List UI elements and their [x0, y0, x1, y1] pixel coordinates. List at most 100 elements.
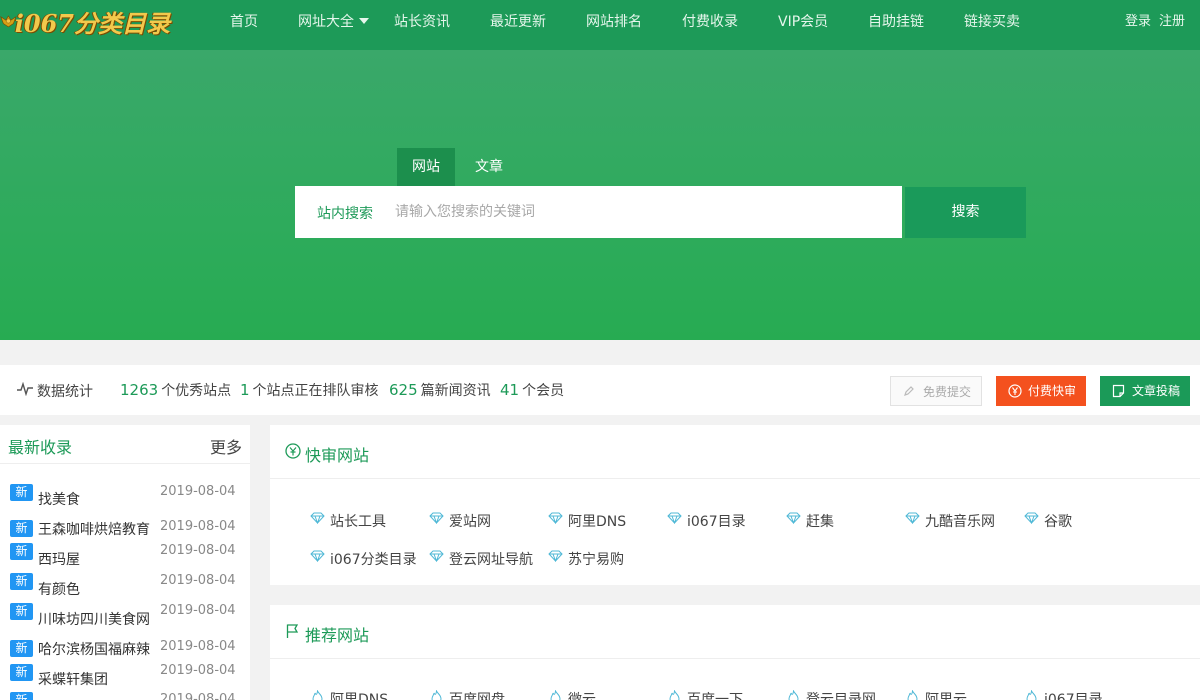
- site-link[interactable]: 谷歌: [1024, 511, 1072, 531]
- flag-icon: [286, 624, 299, 638]
- list-item: 新 有颜色 2019-08-04: [0, 571, 250, 601]
- nav-self-link[interactable]: 自助挂链: [868, 11, 924, 31]
- site-logo[interactable]: i067分类目录: [0, 0, 170, 42]
- list-item: 新 西玛屋 2019-08-04: [0, 541, 250, 571]
- site-name: 阿里云: [925, 692, 967, 700]
- register-link[interactable]: 注册: [1159, 10, 1185, 29]
- nav-link-trade[interactable]: 链接买卖: [964, 11, 1020, 31]
- diamond-icon: [786, 512, 801, 524]
- list-item-date: 2019-08-04: [160, 692, 236, 700]
- search-input[interactable]: [395, 198, 885, 226]
- nav-recent-updates[interactable]: 最近更新: [490, 11, 546, 31]
- new-badge: 新: [10, 692, 33, 700]
- flame-icon: [907, 690, 918, 700]
- paid-review-button[interactable]: 付费快审: [996, 376, 1086, 406]
- tab-article[interactable]: 文章: [461, 148, 517, 186]
- list-item-name[interactable]: 找美食: [38, 489, 154, 509]
- site-name: 站长工具: [330, 514, 386, 530]
- nav-vip[interactable]: VIP会员: [778, 11, 828, 31]
- list-item-name[interactable]: 王森咖啡烘焙教育: [38, 519, 154, 539]
- flame-icon: [550, 690, 561, 700]
- site-link[interactable]: 微云: [550, 689, 596, 700]
- diamond-icon: [1024, 512, 1039, 524]
- diamond-icon: [310, 512, 325, 524]
- site-link[interactable]: 登云目录网: [788, 689, 876, 700]
- list-item-name[interactable]: 采蝶轩集团: [38, 669, 154, 689]
- diamond-icon: [429, 512, 444, 524]
- latest-title: 最新收录: [8, 438, 73, 457]
- logo-text: i067分类目录: [14, 8, 170, 38]
- search-button[interactable]: 搜索: [905, 187, 1026, 238]
- list-item-date: 2019-08-04: [160, 484, 236, 499]
- stat-members-label: 个会员: [522, 383, 565, 399]
- note-icon: [1112, 384, 1125, 398]
- stat-members-count: 41: [500, 381, 520, 399]
- nav-webmaster-news[interactable]: 站长资讯: [394, 11, 450, 31]
- nav-home[interactable]: 首页: [230, 11, 258, 31]
- login-link[interactable]: 登录: [1125, 10, 1151, 29]
- list-item-name[interactable]: 有颜色: [38, 579, 154, 599]
- new-badge: 新: [10, 603, 33, 620]
- fast-review-title: 快审网站: [305, 446, 370, 465]
- site-link[interactable]: 百度一下: [669, 689, 743, 700]
- site-name: 九酷音乐网: [925, 514, 995, 530]
- site-name: 百度一下: [687, 692, 743, 700]
- site-link[interactable]: 九酷音乐网: [905, 511, 995, 531]
- free-submit-label: 免费提交: [923, 385, 972, 399]
- list-item: 新 2019-08-04: [0, 690, 250, 700]
- new-badge: 新: [10, 573, 33, 590]
- diamond-icon: [429, 550, 444, 562]
- chevron-down-icon: [359, 18, 369, 24]
- flame-icon: [312, 690, 323, 700]
- tab-website[interactable]: 网站: [397, 148, 455, 186]
- nav-site-ranking[interactable]: 网站排名: [586, 11, 642, 31]
- stats-title: 数据统计: [37, 384, 93, 400]
- post-article-button[interactable]: 文章投稿: [1100, 376, 1190, 406]
- free-submit-button[interactable]: 免费提交: [890, 376, 982, 406]
- list-item-name[interactable]: 哈尔滨杨国福麻辣: [38, 639, 154, 659]
- stat-news-label: 篇新闻资讯: [420, 383, 491, 399]
- list-item-name[interactable]: 西玛屋: [38, 549, 154, 569]
- site-link[interactable]: i067目录: [1026, 689, 1103, 700]
- site-link[interactable]: 苏宁易购: [548, 549, 624, 569]
- site-link[interactable]: 爱站网: [429, 511, 491, 531]
- list-item-date: 2019-08-04: [160, 573, 236, 588]
- recommended-title: 推荐网站: [305, 626, 370, 645]
- site-link[interactable]: i067目录: [667, 511, 746, 531]
- new-badge: 新: [10, 543, 33, 560]
- list-item-name[interactable]: 川味坊四川美食网: [38, 609, 154, 629]
- site-name: 阿里DNS: [330, 692, 389, 700]
- latest-more-link[interactable]: 更多: [210, 434, 242, 458]
- list-item: 新 采蝶轩集团 2019-08-04: [0, 661, 250, 691]
- post-article-label: 文章投稿: [1132, 384, 1181, 398]
- search-scope-label: 站内搜索: [317, 206, 373, 222]
- site-link[interactable]: 阿里DNS: [548, 511, 626, 531]
- nav-paid-listing[interactable]: 付费收录: [682, 11, 738, 31]
- flame-icon: [669, 690, 680, 700]
- stat-news: 625 篇新闻资讯: [389, 380, 491, 400]
- site-link[interactable]: 登云网址导航: [429, 549, 533, 569]
- site-link[interactable]: 赶集: [786, 511, 834, 531]
- yen-circle-icon: [285, 443, 301, 459]
- site-link[interactable]: 百度网盘: [431, 689, 505, 700]
- list-item: 新 川味坊四川美食网 2019-08-04: [0, 601, 250, 631]
- site-link[interactable]: 阿里DNS: [312, 689, 389, 700]
- site-name: 登云目录网: [806, 692, 876, 700]
- card-header: 推荐网站: [270, 605, 1200, 659]
- site-name: i067目录: [1044, 692, 1103, 700]
- site-name: 谷歌: [1044, 514, 1072, 530]
- nav-directory[interactable]: 网址大全: [298, 11, 369, 31]
- site-name: 百度网盘: [449, 692, 505, 700]
- flame-icon: [788, 690, 799, 700]
- pencil-icon: [904, 386, 914, 396]
- diamond-icon: [310, 550, 325, 562]
- flame-icon: [431, 690, 442, 700]
- site-link[interactable]: 站长工具: [310, 511, 386, 531]
- nav-directory-label: 网址大全: [298, 14, 354, 30]
- site-link[interactable]: i067分类目录: [310, 549, 417, 569]
- site-link[interactable]: 阿里云: [907, 689, 967, 700]
- stat-queue-label: 个站点正在排队审核: [252, 383, 379, 399]
- new-badge: 新: [10, 520, 33, 537]
- site-name: 登云网址导航: [449, 552, 533, 568]
- diamond-icon: [667, 512, 682, 524]
